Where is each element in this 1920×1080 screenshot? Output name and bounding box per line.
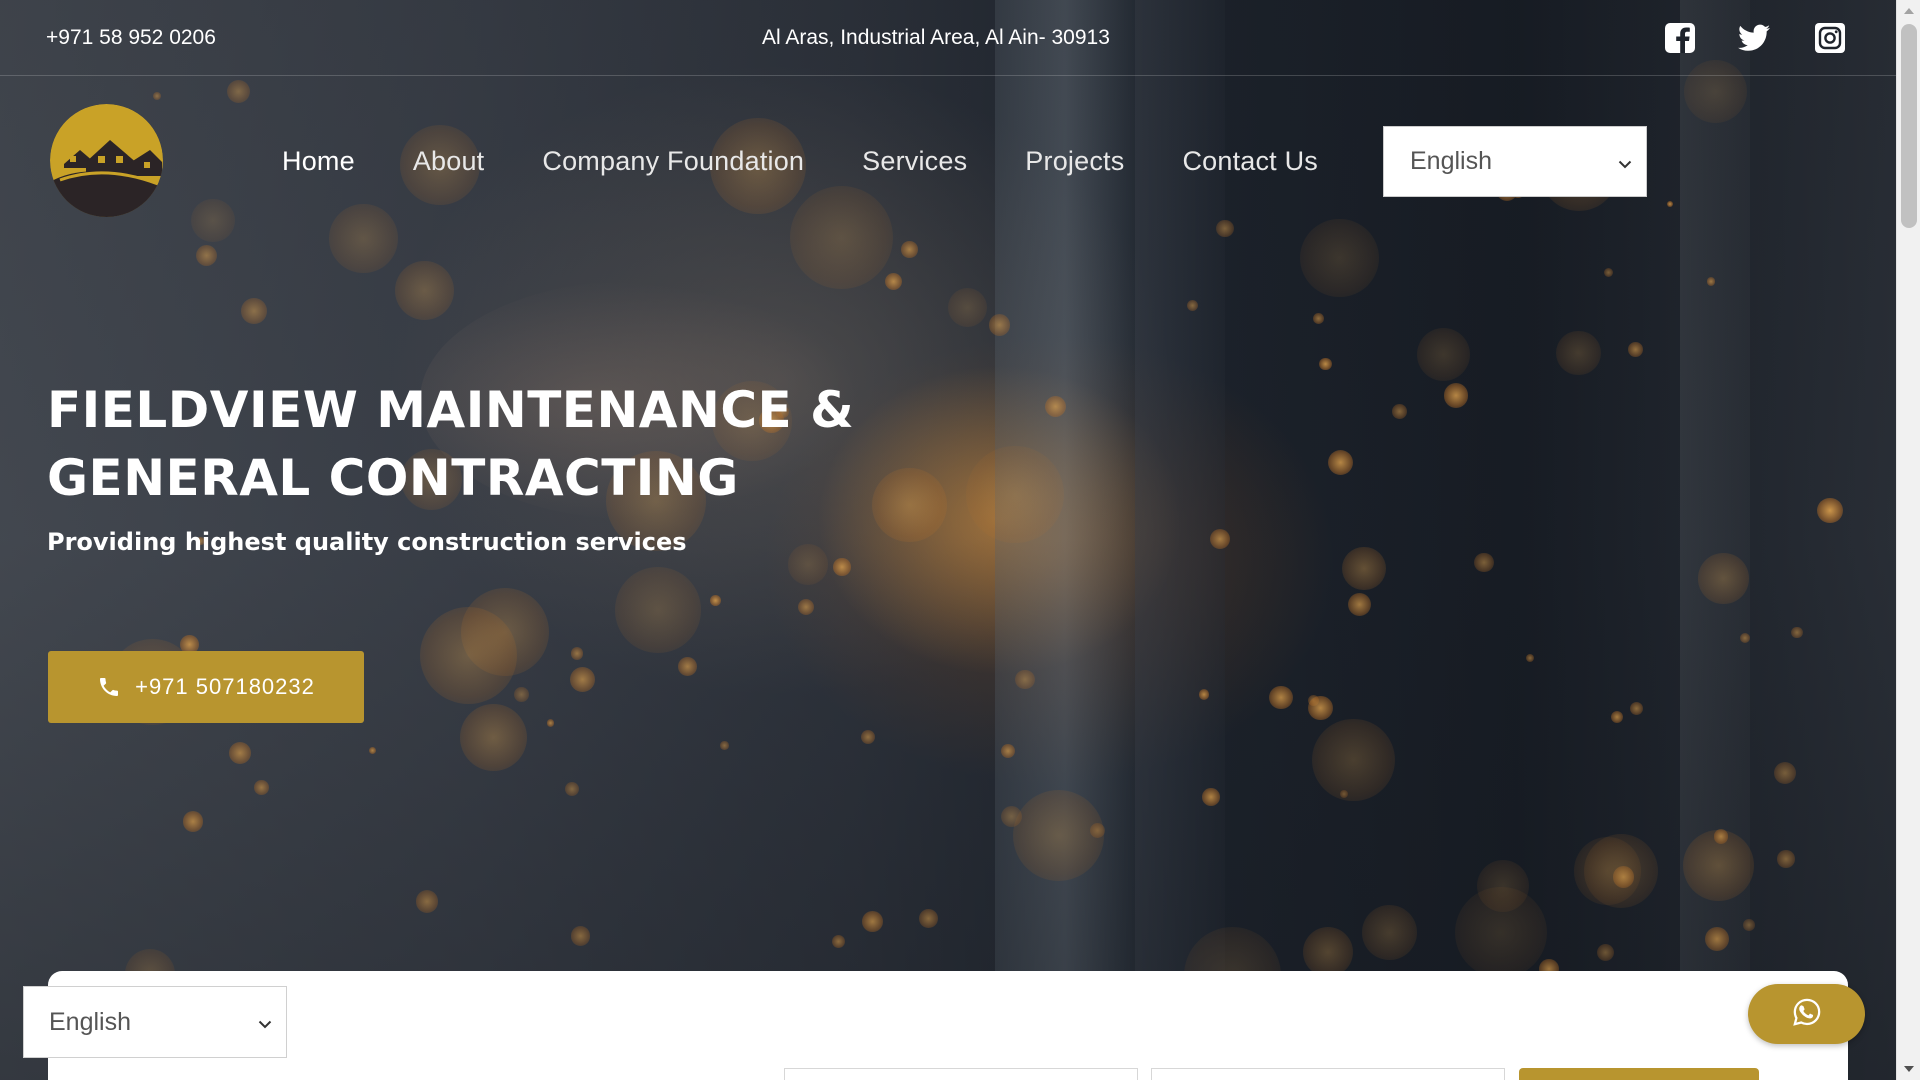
form-submit-button[interactable] (1519, 1068, 1759, 1080)
quote-form-card (48, 971, 1848, 1080)
page-scrollbar[interactable] (1896, 0, 1920, 1080)
nav-item-contact-us[interactable]: Contact Us (1182, 146, 1318, 177)
nav-item-services[interactable]: Services (862, 146, 967, 177)
chevron-down-icon (258, 1008, 272, 1037)
whatsapp-icon (1792, 997, 1822, 1031)
chevron-down-icon (1618, 147, 1632, 176)
language-select-header[interactable]: English (1383, 126, 1647, 197)
hero-title-line: FIELDVIEW MAINTENANCE & (47, 381, 855, 439)
scroll-up-arrow-icon[interactable] (1904, 8, 1914, 14)
top-bar: +971 58 952 0206 Al Aras, Industrial Are… (0, 0, 1896, 76)
call-button[interactable]: +971 507180232 (48, 651, 364, 723)
top-bar-address: Al Aras, Industrial Area, Al Ain- 30913 (762, 26, 1110, 49)
hero-title-line: GENERAL CONTRACTING (47, 449, 739, 507)
scrollbar-thumb[interactable] (1901, 24, 1917, 228)
facebook-icon[interactable] (1664, 22, 1696, 54)
call-button-label: +971 507180232 (135, 674, 315, 699)
main-nav: Home About Company Foundation Services P… (282, 146, 1376, 177)
language-select-value: English (49, 1007, 131, 1036)
hero-subtitle: Providing highest quality construction s… (47, 528, 687, 556)
nav-item-about[interactable]: About (413, 146, 485, 177)
whatsapp-button[interactable] (1748, 984, 1865, 1044)
phone-icon (97, 675, 121, 699)
language-select-floating[interactable]: English (23, 986, 287, 1058)
nav-item-company-foundation[interactable]: Company Foundation (542, 146, 804, 177)
hero-title: FIELDVIEW MAINTENANCE & GENERAL CONTRACT… (47, 376, 947, 512)
nav-item-projects[interactable]: Projects (1025, 146, 1124, 177)
language-select-value: English (1410, 147, 1492, 175)
company-logo[interactable] (50, 104, 163, 217)
twitter-icon[interactable] (1738, 22, 1770, 54)
scroll-down-arrow-icon[interactable] (1904, 1066, 1914, 1072)
top-bar-phone[interactable]: +971 58 952 0206 (46, 26, 216, 50)
instagram-icon[interactable] (1814, 22, 1846, 54)
form-input[interactable] (1151, 1068, 1505, 1080)
nav-item-home[interactable]: Home (282, 146, 355, 177)
form-input[interactable] (784, 1068, 1138, 1080)
